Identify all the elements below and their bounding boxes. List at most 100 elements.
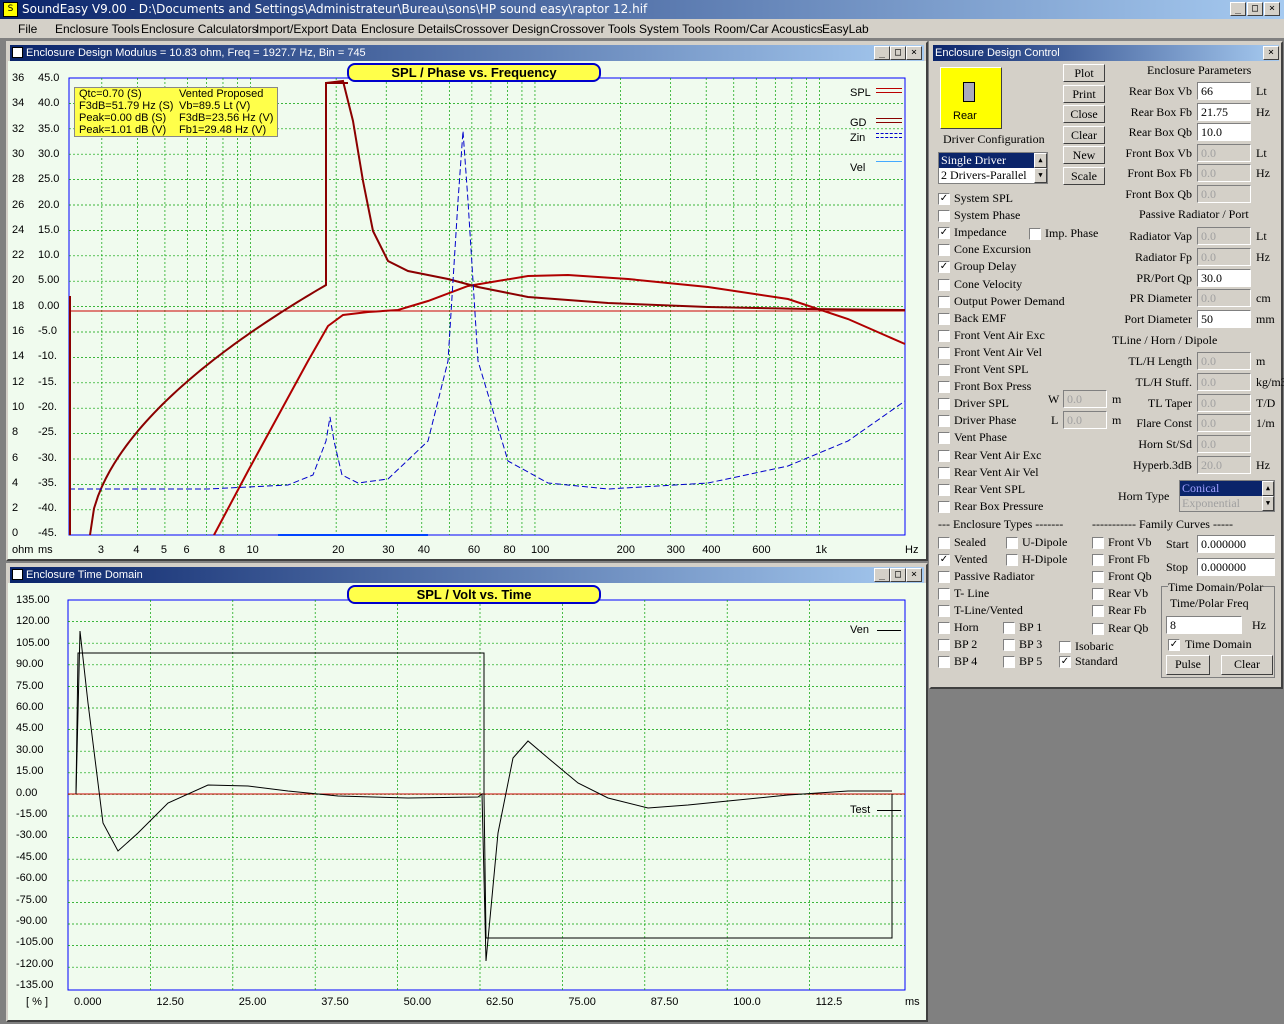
maximize-button[interactable]: □	[1247, 2, 1263, 16]
param-field[interactable]: 0.0	[1197, 247, 1251, 266]
clear-td-button[interactable]: Clear	[1221, 655, 1273, 675]
enclosure-type-checkbox[interactable]	[938, 537, 950, 549]
menu-enclosure-tools[interactable]: Enclosure Tools	[55, 22, 140, 36]
driver-option-parallel[interactable]: 2 Drivers-Parallel	[939, 168, 1034, 183]
param-field[interactable]: 20.0	[1197, 456, 1251, 474]
horn-down-arrow[interactable]: ▼	[1262, 496, 1274, 511]
plot-option-checkbox[interactable]: ✓	[938, 193, 950, 205]
param-field[interactable]: 0.0	[1197, 352, 1251, 370]
family-checkbox[interactable]	[1092, 537, 1104, 549]
enclosure-type-checkbox[interactable]	[1006, 554, 1018, 566]
plot-option-checkbox[interactable]	[938, 244, 950, 257]
time-maximize-button[interactable]: □	[890, 568, 906, 582]
stop-field[interactable]: 0.000000	[1197, 558, 1275, 576]
param-field[interactable]: 0.0	[1197, 414, 1251, 433]
l-field[interactable]: 0.0	[1063, 411, 1107, 429]
param-field[interactable]: 66	[1197, 82, 1251, 100]
plot-option-checkbox[interactable]	[938, 466, 950, 479]
enclosure-type-checkbox[interactable]	[938, 656, 950, 668]
iso-checkbox[interactable]	[1059, 641, 1071, 653]
enclosure-type-checkbox[interactable]: ✓	[938, 554, 950, 566]
plot-option-checkbox[interactable]	[938, 278, 950, 291]
family-checkbox[interactable]	[1092, 588, 1104, 601]
plot-option-checkbox[interactable]	[938, 415, 950, 428]
plot-option-checkbox[interactable]	[938, 483, 950, 496]
plot-option-checkbox[interactable]	[938, 500, 950, 513]
param-field[interactable]: 0.0	[1197, 185, 1251, 203]
pulse-button[interactable]: Pulse	[1166, 655, 1210, 675]
plot-option-checkbox[interactable]	[938, 432, 950, 445]
control-close-button[interactable]: ×	[1263, 46, 1279, 60]
list-down-arrow[interactable]: ▼	[1034, 168, 1047, 183]
enclosure-type-checkbox[interactable]	[938, 605, 950, 617]
design-close-button[interactable]: ×	[906, 46, 922, 60]
minimize-button[interactable]: _	[1230, 2, 1246, 16]
plot-option-checkbox[interactable]	[938, 449, 950, 462]
imp-phase-checkbox[interactable]	[1029, 228, 1041, 240]
family-checkbox[interactable]	[1092, 622, 1104, 635]
print-button[interactable]: Print	[1063, 85, 1105, 103]
horn-option-conical[interactable]: Conical	[1180, 481, 1262, 496]
plot-option-checkbox[interactable]	[938, 295, 950, 308]
param-field[interactable]: 0.0	[1197, 143, 1251, 162]
enclosure-type-checkbox[interactable]	[1003, 639, 1015, 651]
plot-option-checkbox[interactable]	[938, 381, 950, 394]
family-checkbox[interactable]	[1092, 605, 1104, 618]
design-minimize-button[interactable]: _	[874, 46, 890, 60]
enclosure-type-checkbox[interactable]	[938, 639, 950, 651]
menu-room-car[interactable]: Room/Car Acoustics	[714, 22, 823, 36]
param-field[interactable]: 0.0	[1197, 435, 1251, 454]
enclosure-type-checkbox[interactable]	[1003, 622, 1015, 634]
horn-type-list[interactable]: Conical Exponential ▲ ▼	[1179, 480, 1275, 512]
plot-button[interactable]: Plot	[1063, 64, 1105, 82]
time-close-button[interactable]: ×	[906, 568, 922, 582]
param-field[interactable]: 0.0	[1197, 393, 1251, 412]
menu-crossover-design[interactable]: Crossover Design	[454, 22, 549, 36]
plot-option-checkbox[interactable]	[938, 329, 950, 342]
close-plot-button[interactable]: Close	[1063, 105, 1105, 123]
iso-checkbox[interactable]: ✓	[1059, 656, 1071, 668]
param-field[interactable]: 0.0	[1197, 164, 1251, 183]
td-freq-field[interactable]: 8	[1166, 616, 1242, 634]
horn-option-exponential[interactable]: Exponential	[1180, 496, 1262, 511]
horn-up-arrow[interactable]: ▲	[1262, 481, 1274, 496]
param-field[interactable]: 0.0	[1197, 289, 1251, 308]
spl-volt-time-chart[interactable]	[8, 583, 926, 1020]
family-checkbox[interactable]	[1092, 571, 1104, 584]
time-minimize-button[interactable]: _	[874, 568, 890, 582]
enclosure-type-checkbox[interactable]	[1003, 656, 1015, 668]
enclosure-type-checkbox[interactable]	[938, 588, 950, 600]
start-field[interactable]: 0.000000	[1197, 535, 1275, 553]
w-field[interactable]: 0.0	[1063, 390, 1107, 408]
plot-option-checkbox[interactable]: ✓	[938, 261, 950, 274]
param-field[interactable]: 30.0	[1197, 268, 1251, 287]
design-maximize-button[interactable]: □	[890, 46, 906, 60]
param-field[interactable]: 21.75	[1197, 102, 1251, 121]
menu-easylab[interactable]: EasyLab	[822, 22, 869, 36]
enclosure-type-checkbox[interactable]	[938, 571, 950, 583]
enclosure-type-checkbox[interactable]	[1006, 537, 1018, 549]
param-field[interactable]: 0.0	[1197, 227, 1251, 245]
plot-option-checkbox[interactable]: ✓	[938, 227, 950, 240]
time-domain-checkbox[interactable]: ✓	[1168, 639, 1180, 651]
scale-button[interactable]: Scale	[1063, 167, 1105, 185]
menu-enclosure-details[interactable]: Enclosure Details	[361, 22, 454, 36]
driver-list[interactable]: Single Driver 2 Drivers-Parallel ▲ ▼	[938, 152, 1048, 184]
menu-system-tools[interactable]: System Tools	[639, 22, 710, 36]
param-field[interactable]: 0.0	[1197, 372, 1251, 391]
menu-file[interactable]: File	[18, 22, 37, 36]
menu-crossover-tools[interactable]: Crossover Tools	[550, 22, 636, 36]
param-field[interactable]: 50	[1197, 310, 1251, 329]
plot-option-checkbox[interactable]	[938, 210, 950, 223]
enclosure-type-checkbox[interactable]	[938, 622, 950, 634]
plot-option-checkbox[interactable]	[938, 346, 950, 359]
driver-option-single[interactable]: Single Driver	[939, 153, 1034, 168]
menu-enclosure-calculators[interactable]: Enclosure Calculators	[141, 22, 258, 36]
param-field[interactable]: 10.0	[1197, 123, 1251, 142]
rear-driver-button[interactable]: Rear	[940, 67, 1002, 129]
plot-option-checkbox[interactable]	[938, 312, 950, 325]
plot-option-checkbox[interactable]	[938, 364, 950, 376]
menu-import-export[interactable]: Import/Export Data	[256, 22, 357, 36]
new-button[interactable]: New	[1063, 146, 1105, 164]
close-button[interactable]: ×	[1264, 2, 1280, 16]
